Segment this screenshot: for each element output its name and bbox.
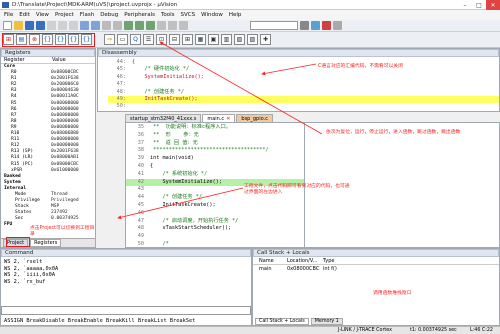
arrow-to-toolbar	[159, 41, 323, 135]
arrow-to-disassembly	[261, 63, 317, 76]
arrow-to-editor	[117, 187, 244, 220]
annotation-arrows	[117, 41, 323, 220]
